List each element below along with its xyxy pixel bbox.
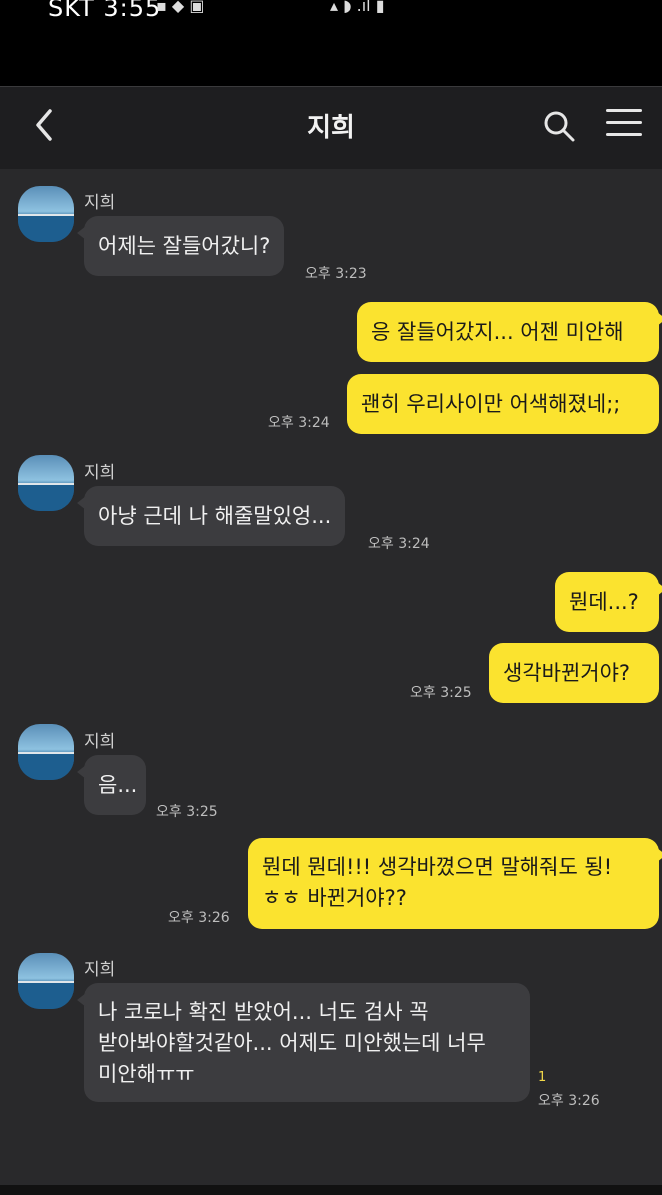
hamburger-menu-icon[interactable] <box>606 109 642 141</box>
notification-icons: ▪ ◆ ▣ <box>156 0 205 15</box>
message-line: 받아봐야할것같아... 어제도 미안했는데 너무 <box>98 1031 486 1055</box>
chat-screen: SKT 3:55 ▪ ◆ ▣ ▴ ◗ .ıl ▮ 지희 지희 어제는 잘들어갔니… <box>0 0 662 1195</box>
message-time: 오후 3:24 <box>268 415 330 431</box>
message-line: 미안해ㅠㅠ <box>98 1062 195 1086</box>
message-bubble-incoming[interactable]: 나 코로나 확진 받았어... 너도 검사 꼭 받아봐야할것같아... 어제도 … <box>77 983 530 1102</box>
avatar[interactable] <box>18 953 74 1009</box>
search-icon[interactable] <box>542 109 576 143</box>
message-time: 오후 3:25 <box>410 685 472 701</box>
status-bar: SKT 3:55 ▪ ◆ ▣ ▴ ◗ .ıl ▮ <box>0 0 662 86</box>
message-time: 오후 3:26 <box>538 1093 600 1109</box>
avatar[interactable] <box>18 455 74 511</box>
message-time: 오후 3:24 <box>368 536 430 552</box>
message-bubble-outgoing[interactable]: 생각바뀐거야? <box>489 643 659 703</box>
chat-header: 지희 <box>0 86 662 169</box>
message-bubble-outgoing[interactable]: 뭔데...? <box>555 572 662 632</box>
message-line: 뭔데 뭔데!!! 생각바꼈으면 말해줘도 됭! <box>262 855 613 879</box>
sender-name: 지희 <box>84 463 116 483</box>
message-line: 나 코로나 확진 받았어... 너도 검사 꼭 <box>98 1000 429 1024</box>
message-bubble-outgoing[interactable]: 뭔데 뭔데!!! 생각바꼈으면 말해줘도 됭! ㅎㅎ 바뀐거야?? <box>248 838 662 929</box>
message-time: 오후 3:26 <box>168 910 230 926</box>
status-carrier-time: SKT 3:55 <box>48 0 162 22</box>
message-bubble-incoming[interactable]: 어제는 잘들어갔니? <box>76 216 285 276</box>
unread-count: 1 <box>538 1070 547 1085</box>
system-status-icons: ▴ ◗ .ıl ▮ <box>330 0 385 15</box>
avatar[interactable] <box>18 186 74 242</box>
sender-name: 지희 <box>84 193 116 213</box>
message-bubble-outgoing[interactable]: 괜히 우리사이만 어색해졌네;; <box>347 374 659 434</box>
sender-name: 지희 <box>84 732 116 752</box>
message-time: 오후 3:25 <box>156 804 218 820</box>
avatar[interactable] <box>18 724 74 780</box>
sender-name: 지희 <box>84 960 116 980</box>
message-bubble-incoming[interactable]: 아냥 근데 나 해줄말있엉... <box>76 486 346 546</box>
message-bubble-incoming[interactable]: 음... <box>77 755 146 815</box>
message-line: ㅎㅎ 바뀐거야?? <box>262 886 407 910</box>
bottom-edge <box>0 1185 662 1195</box>
message-bubble-outgoing[interactable]: 응 잘들어갔지... 어젠 미안해 <box>357 302 662 362</box>
message-time: 오후 3:23 <box>305 266 367 282</box>
